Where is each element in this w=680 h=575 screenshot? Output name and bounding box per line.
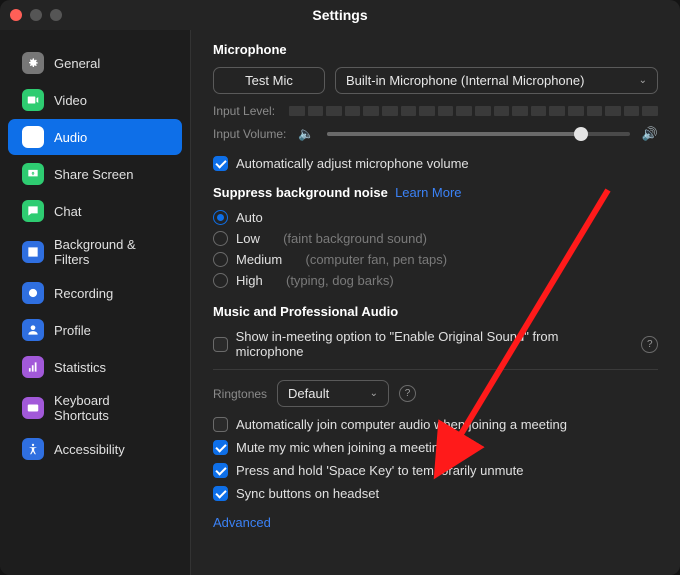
auto-join-audio-checkbox[interactable]: Automatically join computer audio when j… xyxy=(213,417,658,432)
sidebar-item-label: Keyboard Shortcuts xyxy=(54,393,168,423)
microphone-heading: Microphone xyxy=(213,42,658,57)
sync-headset-checkbox[interactable]: Sync buttons on headset xyxy=(213,486,658,501)
video-icon xyxy=(22,89,44,111)
sidebar-item-chat[interactable]: Chat xyxy=(8,193,182,229)
window-title: Settings xyxy=(0,0,680,30)
sidebar-item-share-screen[interactable]: Share Screen xyxy=(8,156,182,192)
sidebar-item-statistics[interactable]: Statistics xyxy=(8,349,182,385)
sidebar-item-label: Chat xyxy=(54,204,81,219)
headphones-icon xyxy=(22,126,44,148)
space-to-unmute-checkbox[interactable]: Press and hold 'Space Key' to temporaril… xyxy=(213,463,658,478)
sidebar-item-label: Share Screen xyxy=(54,167,134,182)
sidebar-item-accessibility[interactable]: Accessibility xyxy=(8,431,182,467)
input-volume-slider[interactable] xyxy=(327,132,630,136)
background-icon xyxy=(22,241,44,263)
sidebar-item-recording[interactable]: Recording xyxy=(8,275,182,311)
suppress-noise-heading: Suppress background noise Learn More xyxy=(213,185,658,200)
profile-icon xyxy=(22,319,44,341)
ringtones-value: Default xyxy=(288,386,329,401)
advanced-link[interactable]: Advanced xyxy=(213,515,658,530)
mute-on-join-checkbox[interactable]: Mute my mic when joining a meeting xyxy=(213,440,658,455)
help-icon[interactable]: ? xyxy=(641,336,658,353)
suppress-high-radio[interactable]: High (typing, dog barks) xyxy=(213,273,658,288)
volume-low-icon: 🔈 xyxy=(298,126,314,142)
sidebar-item-label: General xyxy=(54,56,100,71)
ringtones-label: Ringtones xyxy=(213,387,267,401)
sidebar-item-label: Audio xyxy=(54,130,87,145)
mic-device-select[interactable]: Built-in Microphone (Internal Microphone… xyxy=(335,67,658,94)
test-mic-button[interactable]: Test Mic xyxy=(213,67,325,94)
learn-more-link[interactable]: Learn More xyxy=(395,185,461,200)
settings-window: Settings General Video Audio Share Scree… xyxy=(0,0,680,575)
chat-icon xyxy=(22,200,44,222)
sidebar-item-label: Video xyxy=(54,93,87,108)
music-audio-heading: Music and Professional Audio xyxy=(213,304,658,319)
divider xyxy=(213,369,658,370)
sidebar-item-label: Background & Filters xyxy=(54,237,168,267)
suppress-auto-radio[interactable]: Auto xyxy=(213,210,658,225)
keyboard-icon xyxy=(22,397,44,419)
input-level-label: Input Level: xyxy=(213,104,275,118)
original-sound-checkbox[interactable]: Show in-meeting option to "Enable Origin… xyxy=(213,329,658,359)
volume-high-icon: 🔊 xyxy=(642,126,658,142)
close-icon[interactable] xyxy=(10,9,22,21)
sidebar-item-label: Statistics xyxy=(54,360,106,375)
sidebar-item-general[interactable]: General xyxy=(8,45,182,81)
maximize-icon[interactable] xyxy=(50,9,62,21)
sidebar-item-label: Recording xyxy=(54,286,113,301)
window-controls xyxy=(10,9,62,21)
main-panel: Microphone Test Mic Built-in Microphone … xyxy=(191,30,680,575)
gear-icon xyxy=(22,52,44,74)
suppress-low-radio[interactable]: Low (faint background sound) xyxy=(213,231,658,246)
help-icon[interactable]: ? xyxy=(399,385,416,402)
auto-adjust-checkbox[interactable]: Automatically adjust microphone volume xyxy=(213,156,658,171)
sidebar-item-keyboard-shortcuts[interactable]: Keyboard Shortcuts xyxy=(8,386,182,430)
sidebar-item-audio[interactable]: Audio xyxy=(8,119,182,155)
recording-icon xyxy=(22,282,44,304)
chevron-down-icon: ⌄ xyxy=(639,75,647,86)
input-level-meter xyxy=(289,106,658,116)
sidebar-item-profile[interactable]: Profile xyxy=(8,312,182,348)
sidebar-item-background-filters[interactable]: Background & Filters xyxy=(8,230,182,274)
share-screen-icon xyxy=(22,163,44,185)
ringtones-select[interactable]: Default ⌄ xyxy=(277,380,389,407)
sidebar-item-label: Profile xyxy=(54,323,91,338)
sidebar-item-video[interactable]: Video xyxy=(8,82,182,118)
sidebar-item-label: Accessibility xyxy=(54,442,125,457)
accessibility-icon xyxy=(22,438,44,460)
input-volume-label: Input Volume: xyxy=(213,127,286,141)
sidebar: General Video Audio Share Screen Chat Ba… xyxy=(0,30,191,575)
titlebar: Settings xyxy=(0,0,680,30)
suppress-medium-radio[interactable]: Medium (computer fan, pen taps) xyxy=(213,252,658,267)
mic-device-value: Built-in Microphone (Internal Microphone… xyxy=(346,73,584,88)
statistics-icon xyxy=(22,356,44,378)
chevron-down-icon: ⌄ xyxy=(370,388,378,399)
minimize-icon[interactable] xyxy=(30,9,42,21)
